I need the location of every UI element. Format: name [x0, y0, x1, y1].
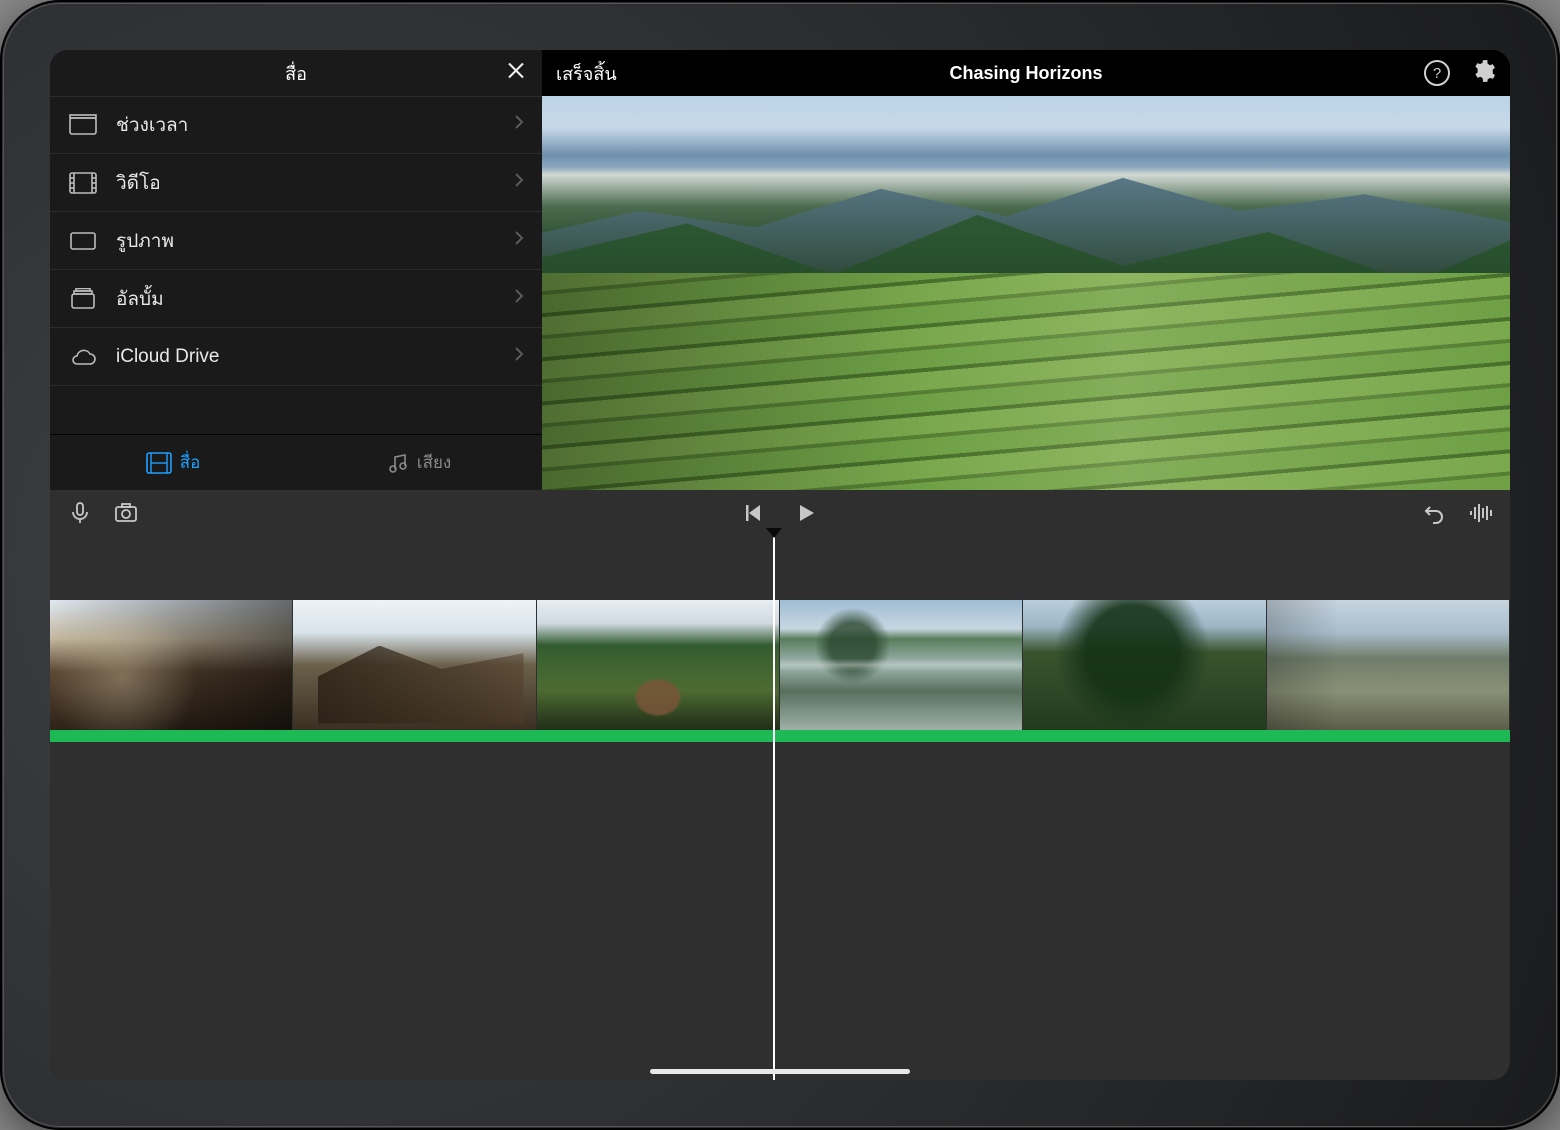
- clip-thumbnail: [1267, 600, 1509, 730]
- timeline-clip[interactable]: [1023, 600, 1266, 730]
- chevron-right-icon: [514, 288, 524, 310]
- skip-back-icon: [742, 501, 766, 525]
- waveform-button[interactable]: [1468, 501, 1492, 525]
- sidebar-item-label: วิดีโอ: [116, 168, 514, 198]
- moments-icon: [68, 113, 98, 137]
- chevron-right-icon: [514, 346, 524, 368]
- chevron-right-icon: [514, 172, 524, 194]
- app-screen: สื่อ ช่วงเวลา วิดีโอ: [50, 50, 1510, 1080]
- tab-media[interactable]: สื่อ: [50, 435, 296, 490]
- timeline-clip[interactable]: [1267, 600, 1510, 730]
- media-sidebar: สื่อ ช่วงเวลา วิดีโอ: [50, 50, 542, 490]
- timeline-clip[interactable]: [50, 600, 293, 730]
- close-icon: [506, 61, 526, 81]
- timeline-clip[interactable]: [293, 600, 536, 730]
- clip-thumbnail: [1023, 600, 1265, 730]
- settings-button[interactable]: [1470, 58, 1496, 89]
- viewer-panel: เสร็จสิ้น Chasing Horizons ?: [542, 50, 1510, 490]
- clip-thumbnail: [293, 600, 535, 730]
- sidebar-list: ช่วงเวลา วิดีโอ รูปภาพ: [50, 96, 542, 434]
- project-title: Chasing Horizons: [542, 63, 1510, 84]
- music-icon: [387, 452, 409, 474]
- cloud-icon: [68, 345, 98, 369]
- audio-track[interactable]: [50, 730, 1510, 742]
- sidebar-item-label: iCloud Drive: [116, 346, 514, 368]
- play-button[interactable]: [794, 501, 818, 525]
- camera-capture-button[interactable]: [114, 501, 138, 525]
- ipad-device-frame: สื่อ ช่วงเวลา วิดีโอ: [0, 0, 1560, 1130]
- sidebar-tabs: สื่อ เสียง: [50, 434, 542, 490]
- gear-icon: [1470, 58, 1496, 84]
- chevron-right-icon: [514, 114, 524, 136]
- close-sidebar-button[interactable]: [506, 61, 526, 86]
- sidebar-item-moments[interactable]: ช่วงเวลา: [50, 96, 542, 154]
- clip-thumbnail: [537, 600, 779, 730]
- sidebar-item-icloud[interactable]: iCloud Drive: [50, 328, 542, 386]
- clip-thumbnail: [50, 600, 292, 730]
- tab-audio[interactable]: เสียง: [296, 435, 542, 490]
- photos-icon: [68, 229, 98, 253]
- sidebar-item-video[interactable]: วิดีโอ: [50, 154, 542, 212]
- clip-track[interactable]: [50, 600, 1510, 730]
- clip-thumbnail: [780, 600, 1022, 730]
- waveform-icon: [1468, 501, 1492, 525]
- camera-icon: [114, 501, 138, 525]
- filmstrip-icon: [146, 452, 172, 474]
- chevron-right-icon: [514, 230, 524, 252]
- timeline-clip[interactable]: [537, 600, 780, 730]
- viewer-header: เสร็จสิ้น Chasing Horizons ?: [542, 50, 1510, 96]
- undo-button[interactable]: [1422, 501, 1446, 525]
- playhead[interactable]: [773, 536, 775, 1080]
- preview-graphic: [542, 273, 1510, 490]
- question-icon: ?: [1433, 65, 1441, 82]
- preview-viewport[interactable]: [542, 96, 1510, 490]
- sidebar-item-label: อัลบั้ม: [116, 284, 514, 314]
- albums-icon: [68, 287, 98, 311]
- home-indicator[interactable]: [650, 1069, 910, 1074]
- sidebar-item-photos[interactable]: รูปภาพ: [50, 212, 542, 270]
- tab-audio-label: เสียง: [417, 449, 451, 476]
- record-voiceover-button[interactable]: [68, 501, 92, 525]
- sidebar-header: สื่อ: [50, 50, 542, 96]
- sidebar-title: สื่อ: [285, 59, 307, 88]
- timeline-clip[interactable]: [780, 600, 1023, 730]
- top-area: สื่อ ช่วงเวลา วิดีโอ: [50, 50, 1510, 490]
- help-button[interactable]: ?: [1424, 60, 1450, 86]
- play-icon: [794, 501, 818, 525]
- done-button[interactable]: เสร็จสิ้น: [556, 59, 617, 88]
- microphone-icon: [68, 501, 92, 525]
- tab-media-label: สื่อ: [180, 449, 201, 476]
- timeline[interactable]: [50, 536, 1510, 1080]
- video-icon: [68, 171, 98, 195]
- skip-back-button[interactable]: [742, 501, 766, 525]
- sidebar-item-label: ช่วงเวลา: [116, 110, 514, 140]
- sidebar-item-label: รูปภาพ: [116, 226, 514, 256]
- sidebar-item-albums[interactable]: อัลบั้ม: [50, 270, 542, 328]
- undo-icon: [1422, 501, 1446, 525]
